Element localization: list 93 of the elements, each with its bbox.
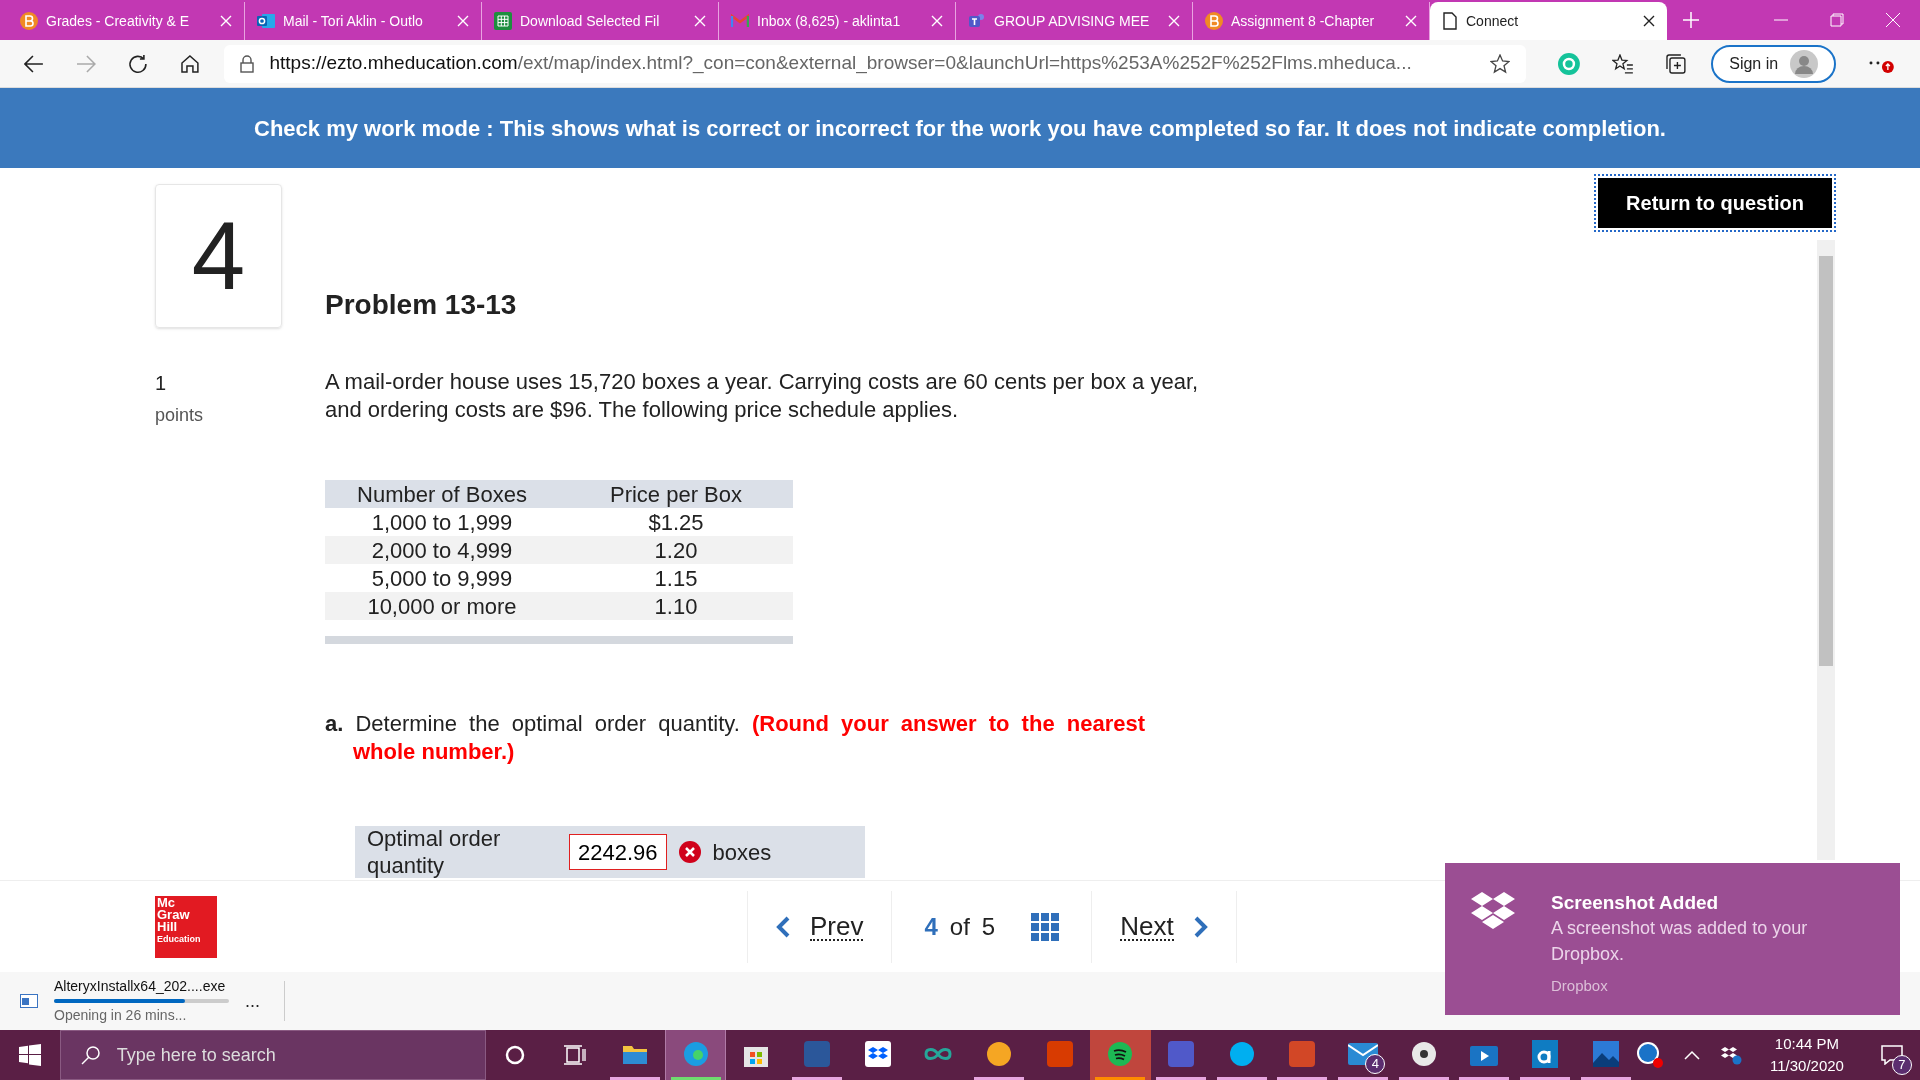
- avatar-icon: [1790, 49, 1819, 78]
- box-logo-icon: [864, 1040, 891, 1067]
- address-field[interactable]: https://ezto.mheducation.com/ext/map/index.html?_con=con&external_browser=0&launchUrl=https%253A%252F%252Flms.mheduca...: [223, 44, 1526, 83]
- cortana-circle-icon[interactable]: [505, 1045, 526, 1065]
- table-cell-text: 10,000 or more: [366, 592, 518, 621]
- infinity-icon: [923, 1045, 954, 1062]
- browser-tab[interactable]: Connect: [1430, 2, 1667, 40]
- unread-badge: 4: [1365, 1054, 1386, 1074]
- browser-logo-icon: [682, 1040, 709, 1067]
- action-center-button[interactable]: 7: [1871, 1035, 1912, 1075]
- page-total: 5: [981, 911, 996, 942]
- document-icon: [1442, 12, 1458, 30]
- tab-title: Grades - Creativity & E: [46, 11, 191, 31]
- banner-text: Check my work mode : This shows what is correct or incorrect for the work you have completed so far. It does not indicate completion.: [254, 114, 1666, 143]
- search-placeholder: Type here to search: [116, 1043, 276, 1067]
- table-cell-text: 1,000 to 1,999: [370, 508, 514, 537]
- task-view-icon[interactable]: [564, 1045, 586, 1065]
- installer-icon: [20, 994, 38, 1008]
- grid-logo-icon: [494, 12, 512, 30]
- unit-label: boxes: [712, 838, 772, 867]
- windows-logo-icon[interactable]: [18, 1044, 41, 1066]
- table-cell-text: $1.25: [647, 508, 705, 537]
- points-label: points: [155, 404, 205, 427]
- close-icon[interactable]: [1643, 15, 1655, 27]
- envelope-logo-icon: [731, 14, 749, 28]
- points-value: 1: [155, 371, 168, 396]
- notification-toast[interactable]: Screenshot Added A screenshot was added to your Dropbox. Dropbox: [1445, 863, 1900, 1015]
- logo-text: Graw: [157, 908, 191, 921]
- toast-source: Dropbox: [1551, 976, 1609, 996]
- letter-a-logo-icon: [1532, 1039, 1558, 1068]
- home-icon[interactable]: [179, 54, 200, 73]
- collections-icon[interactable]: [1665, 52, 1688, 75]
- table-cell-text: 2,000 to 4,999: [370, 536, 514, 565]
- lock-icon: [239, 54, 254, 73]
- music-logo-icon: [1107, 1040, 1134, 1067]
- grid-icon[interactable]: [1031, 912, 1060, 941]
- url-text: https://ezto.mheducation.com/ext/map/index.html?_con=con&external_browser=0&launchUrl=https%253A%252F%252Flms.mheduca...: [269, 51, 1413, 76]
- new-tab-icon[interactable]: [1683, 12, 1699, 28]
- letter-b-logo-icon: [1205, 12, 1223, 30]
- problem-text: A mail-order house uses 15,720 boxes a year. Carrying costs are 60 cents per box a year, and ordering costs are $96. The following price schedule applies.: [325, 368, 1200, 424]
- download-filename: AlteryxInstallx64_202....exe: [54, 977, 227, 996]
- scrollbar-thumb[interactable]: [1819, 256, 1833, 666]
- logo-text: Mc: [157, 896, 177, 909]
- answer-label: Optimal order quantity: [367, 825, 502, 879]
- mail-logo-icon: [257, 12, 275, 30]
- download-status: Opening in 26 mins...: [54, 1006, 188, 1025]
- search-field[interactable]: Type here to search: [59, 1030, 486, 1080]
- star-icon[interactable]: [1489, 53, 1510, 74]
- tab-title: Connect: [1466, 11, 1520, 31]
- table-cell-text: 1.20: [653, 536, 699, 565]
- toast-message: A screenshot was added to your Dropbox.: [1551, 917, 1809, 966]
- clock-time: 10:44 PM: [1774, 1034, 1840, 1054]
- current-page: 4: [924, 911, 938, 942]
- clock-date: 11/30/2020: [1770, 1056, 1844, 1076]
- tab-title: Mail - Tori Aklin - Outlo: [283, 11, 424, 31]
- tab-title: Download Selected Fil: [520, 11, 661, 31]
- table-cell-text: 1.15: [653, 564, 699, 593]
- taskbar-app[interactable]: 4: [1332, 1030, 1394, 1080]
- prev-link[interactable]: Prev: [747, 890, 893, 963]
- download-menu-button[interactable]: ...: [245, 981, 285, 1021]
- sign-in-button[interactable]: Sign in: [1711, 44, 1837, 83]
- question-prompt: a. Determine the optimal order quantity. (Round your answer to the nearest whole number.): [325, 710, 1145, 766]
- refresh-icon[interactable]: [127, 53, 148, 74]
- page-of: of: [949, 911, 970, 942]
- chevron-up-icon[interactable]: [1684, 1050, 1700, 1060]
- question-number: 4: [191, 201, 246, 311]
- box-logo-icon: [1471, 891, 1515, 931]
- column-header: Price per Box: [608, 480, 744, 509]
- answer-field[interactable]: 2242.96: [569, 834, 667, 870]
- problem-title: Problem 13-13: [325, 288, 518, 322]
- people-logo-icon: [968, 12, 986, 30]
- box-sync-icon[interactable]: [1720, 1045, 1742, 1065]
- disc-icon: [1410, 1040, 1437, 1067]
- tab-title: Inbox (8,625) - aklinta1: [757, 11, 902, 31]
- logo-text: Hill: [157, 920, 178, 933]
- tab-title: GROUP ADVISING MEE: [994, 11, 1151, 31]
- table-cell-text: 5,000 to 9,999: [370, 564, 514, 593]
- restore-icon[interactable]: [1830, 13, 1844, 27]
- notification-count: 7: [1891, 1055, 1912, 1075]
- logo-text: Education: [157, 932, 202, 945]
- chevron-right-icon: [1193, 915, 1208, 938]
- chevron-left-icon: [776, 915, 790, 938]
- letter-b-logo-icon: [20, 12, 38, 30]
- favorites-icon[interactable]: [1611, 53, 1634, 74]
- scrollbar[interactable]: [1817, 240, 1835, 860]
- next-link[interactable]: Next: [1092, 890, 1237, 963]
- tab-title: Assignment 8 -Chapter: [1231, 11, 1376, 31]
- search-icon: [80, 1045, 101, 1065]
- back-arrow-icon[interactable]: [24, 54, 44, 73]
- toast-title: Screenshot Added: [1551, 891, 1720, 915]
- column-header: Number of Boxes: [356, 480, 528, 509]
- picture-icon: [1592, 1040, 1619, 1067]
- table-cell-text: 1.10: [653, 592, 699, 621]
